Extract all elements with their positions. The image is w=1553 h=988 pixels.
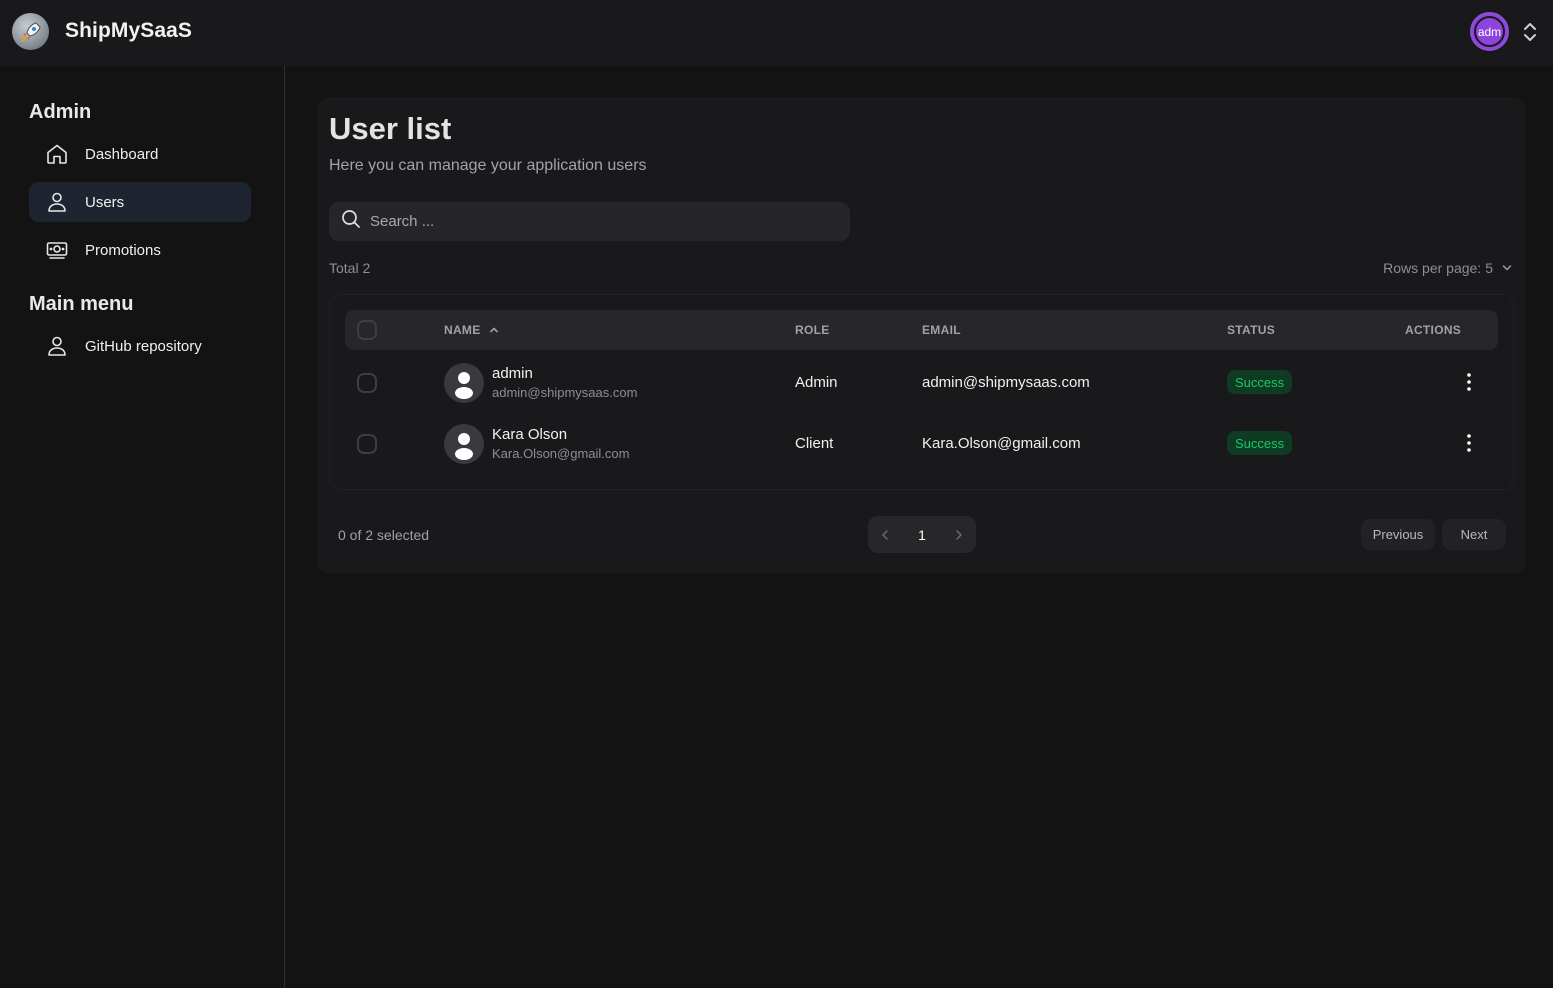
chevron-up-down-icon[interactable] bbox=[1521, 20, 1539, 44]
table-header: NAME ROLE EMAIL STATUS ACTIONS bbox=[345, 310, 1498, 350]
chevron-down-icon bbox=[1502, 265, 1512, 271]
search-icon bbox=[341, 209, 361, 234]
sidebar-section-admin: Admin bbox=[29, 101, 92, 123]
row-checkbox[interactable] bbox=[357, 434, 377, 454]
rows-per-page-select[interactable]: Rows per page: 5 bbox=[1383, 260, 1512, 276]
user-avatar-placeholder-icon bbox=[444, 363, 484, 403]
home-icon bbox=[45, 142, 69, 166]
sidebar-item-label: GitHub repository bbox=[85, 337, 202, 355]
sidebar-item-label: Users bbox=[85, 193, 125, 211]
pagination-prev-chevron-left-icon[interactable] bbox=[868, 516, 902, 553]
rocket-logo-icon[interactable] bbox=[12, 13, 49, 50]
column-header-status[interactable]: STATUS bbox=[1227, 323, 1275, 337]
user-name: admin bbox=[492, 365, 533, 382]
sidebar: Admin Dashboard Users Promotions Main me… bbox=[0, 66, 285, 988]
row-checkbox[interactable] bbox=[357, 373, 377, 393]
user-email: Kara.Olson@gmail.com bbox=[922, 435, 1081, 452]
banknote-icon bbox=[45, 238, 69, 262]
user-list-card: User list Here you can manage your appli… bbox=[317, 97, 1526, 574]
table-row[interactable]: Kara Olson Kara.Olson@gmail.com Client K… bbox=[345, 413, 1498, 474]
sidebar-item-label: Promotions bbox=[85, 241, 161, 259]
status-badge: Success bbox=[1227, 370, 1293, 394]
next-button[interactable]: Next bbox=[1442, 519, 1506, 550]
page-subtitle: Here you can manage your application use… bbox=[329, 157, 647, 174]
search-input[interactable] bbox=[370, 213, 840, 230]
sort-ascending-icon bbox=[489, 327, 498, 333]
sidebar-item-github-repository[interactable]: GitHub repository bbox=[29, 326, 251, 366]
user-email-subtitle: admin@shipmysaas.com bbox=[492, 385, 638, 400]
sidebar-item-users[interactable]: Users bbox=[29, 182, 251, 222]
sidebar-item-label: Dashboard bbox=[85, 145, 159, 163]
pagination-page-current[interactable]: 1 bbox=[902, 516, 942, 553]
more-vertical-icon[interactable] bbox=[1461, 431, 1477, 455]
user-email-subtitle: Kara.Olson@gmail.com bbox=[492, 446, 630, 461]
user-role: Admin bbox=[795, 374, 838, 391]
rows-per-page-value: 5 bbox=[1485, 260, 1493, 276]
column-header-role[interactable]: ROLE bbox=[795, 323, 830, 337]
top-bar: ShipMySaaS adm bbox=[0, 0, 1553, 66]
sidebar-item-dashboard[interactable]: Dashboard bbox=[29, 134, 251, 174]
user-icon bbox=[45, 334, 69, 358]
pagination: 1 bbox=[868, 516, 976, 553]
user-email: admin@shipmysaas.com bbox=[922, 374, 1090, 391]
user-avatar[interactable]: adm bbox=[1470, 12, 1509, 51]
column-header-name[interactable]: NAME bbox=[444, 323, 501, 337]
status-badge: Success bbox=[1227, 431, 1293, 455]
total-count: Total 2 bbox=[329, 260, 371, 276]
sidebar-section-main-menu: Main menu bbox=[29, 293, 134, 315]
user-icon bbox=[45, 190, 69, 214]
avatar-initials: adm bbox=[1474, 16, 1505, 47]
search-box[interactable] bbox=[329, 202, 850, 241]
selection-count: 0 of 2 selected bbox=[338, 527, 430, 543]
user-name: Kara Olson bbox=[492, 426, 568, 443]
previous-button[interactable]: Previous bbox=[1361, 519, 1435, 550]
user-role: Client bbox=[795, 435, 834, 452]
pagination-next-chevron-right-icon[interactable] bbox=[942, 516, 976, 553]
more-vertical-icon[interactable] bbox=[1461, 370, 1477, 394]
column-header-email[interactable]: EMAIL bbox=[922, 323, 961, 337]
user-avatar-placeholder-icon bbox=[444, 424, 484, 464]
rows-per-page-label: Rows per page: bbox=[1383, 260, 1482, 276]
page-title: User list bbox=[329, 111, 452, 146]
select-all-checkbox[interactable] bbox=[357, 320, 377, 340]
column-header-label: NAME bbox=[444, 323, 481, 337]
column-header-actions: ACTIONS bbox=[1405, 323, 1462, 337]
users-table: NAME ROLE EMAIL STATUS ACTIONS admin adm… bbox=[329, 294, 1514, 490]
table-row[interactable]: admin admin@shipmysaas.com Admin admin@s… bbox=[345, 352, 1498, 413]
sidebar-item-promotions[interactable]: Promotions bbox=[29, 230, 251, 270]
brand-name[interactable]: ShipMySaaS bbox=[65, 19, 192, 43]
